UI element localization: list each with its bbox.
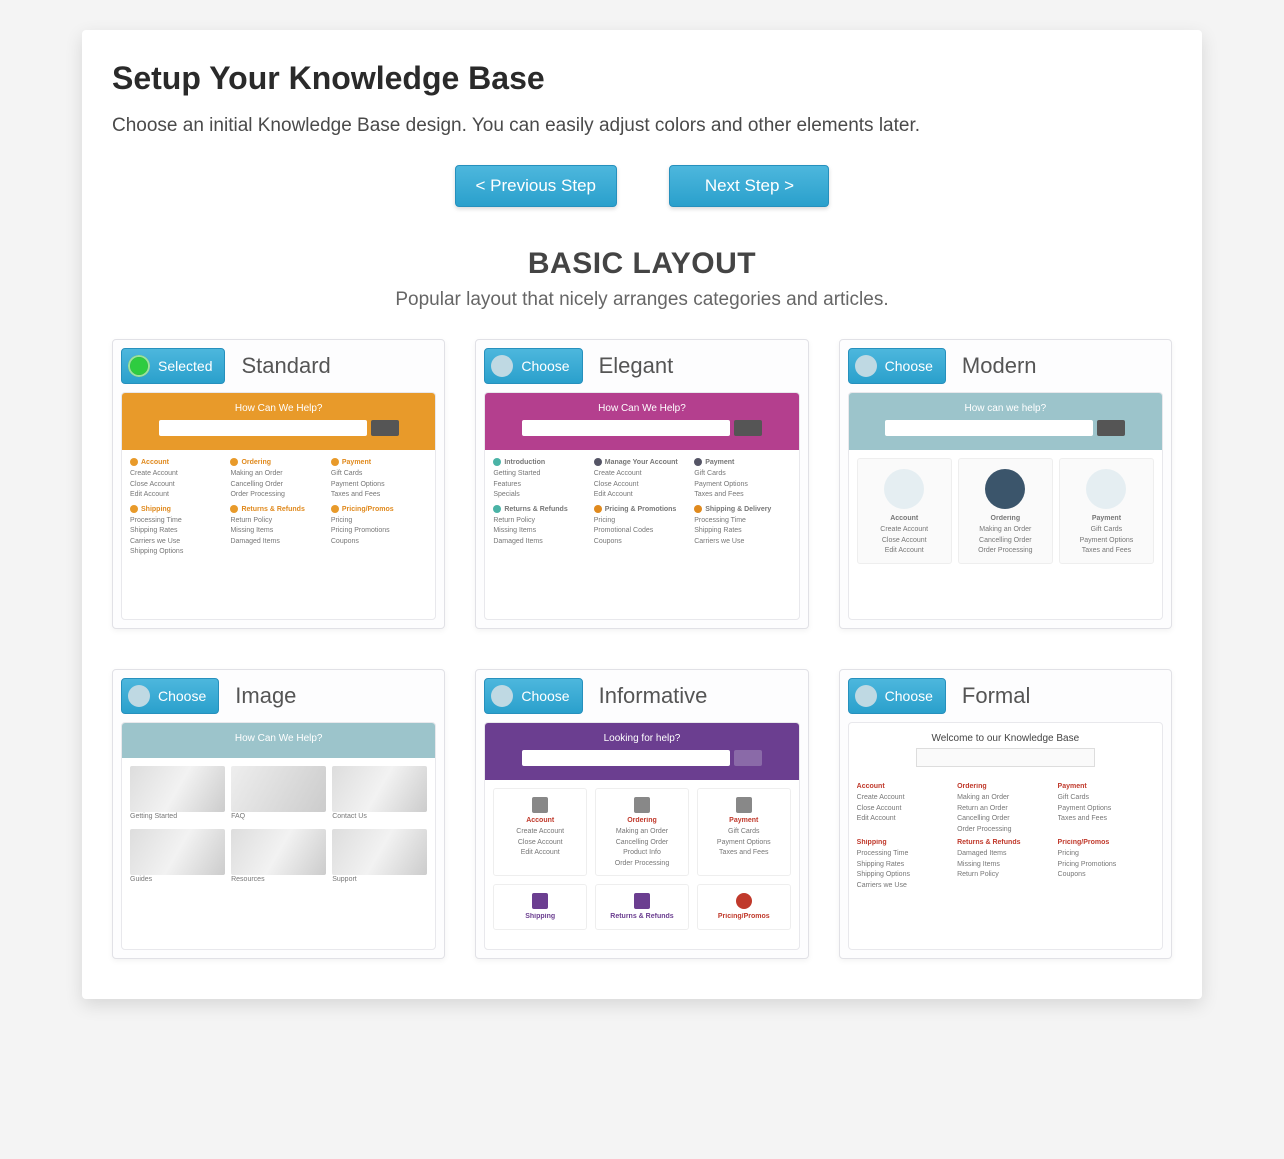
cart-icon bbox=[985, 469, 1025, 509]
select-elegant-button[interactable]: Choose bbox=[484, 348, 582, 384]
radio-icon bbox=[855, 685, 877, 707]
user-icon bbox=[532, 797, 548, 813]
preview-search bbox=[916, 748, 1094, 767]
preview-standard: How Can We Help? Account Create AccountC… bbox=[121, 392, 436, 620]
radio-icon bbox=[128, 685, 150, 707]
select-label: Choose bbox=[885, 688, 933, 704]
preview-formal: Welcome to our Knowledge Base Account Cr… bbox=[848, 722, 1163, 950]
preview-hero: Looking for help? bbox=[485, 723, 798, 780]
preview-search-go bbox=[734, 420, 762, 436]
preview-modern: How can we help? Account Create AccountC… bbox=[848, 392, 1163, 620]
previous-step-button[interactable]: < Previous Step bbox=[455, 165, 618, 207]
preview-hero-text: How Can We Help? bbox=[130, 733, 427, 744]
layout-name: Modern bbox=[962, 353, 1037, 379]
preview-search-go bbox=[371, 420, 399, 436]
layout-name: Elegant bbox=[599, 353, 674, 379]
preview-elegant: How Can We Help? Introduction Getting St… bbox=[484, 392, 799, 620]
preview-hero-text: How can we help? bbox=[857, 403, 1154, 414]
thumb-icon bbox=[332, 766, 427, 812]
preview-informative: Looking for help? Account Create Account… bbox=[484, 722, 799, 950]
page-title: Setup Your Knowledge Base bbox=[112, 60, 1172, 97]
section-title: BASIC LAYOUT bbox=[112, 247, 1172, 281]
select-label: Choose bbox=[521, 688, 569, 704]
preview-hero-text: Looking for help? bbox=[493, 733, 790, 744]
preview-image: How Can We Help? Getting Started FAQ Con… bbox=[121, 722, 436, 950]
preview-hero: How Can We Help? bbox=[122, 723, 435, 758]
layout-name: Image bbox=[235, 683, 296, 709]
card-icon bbox=[1086, 469, 1126, 509]
select-informative-button[interactable]: Choose bbox=[484, 678, 582, 714]
layout-card-elegant: Choose Elegant How Can We Help? Introduc… bbox=[475, 339, 808, 629]
preview-search-go bbox=[1097, 420, 1125, 436]
preview-search-go bbox=[734, 750, 762, 766]
layout-card-image: Choose Image How Can We Help? Getting St… bbox=[112, 669, 445, 959]
layout-name: Informative bbox=[599, 683, 708, 709]
truck-icon bbox=[532, 893, 548, 909]
next-step-button[interactable]: Next Step > bbox=[669, 165, 829, 207]
layout-card-modern: Choose Modern How can we help? Account C… bbox=[839, 339, 1172, 629]
section-subtitle: Popular layout that nicely arranges cate… bbox=[112, 289, 1172, 311]
select-standard-button[interactable]: Selected bbox=[121, 348, 225, 384]
select-formal-button[interactable]: Choose bbox=[848, 678, 946, 714]
thumb-icon bbox=[231, 766, 326, 812]
preview-search bbox=[522, 750, 730, 766]
preview-hero: How Can We Help? bbox=[485, 393, 798, 450]
preview-hero: How can we help? bbox=[849, 393, 1162, 450]
card-icon bbox=[736, 797, 752, 813]
preview-hero-text: How Can We Help? bbox=[130, 403, 427, 414]
select-modern-button[interactable]: Choose bbox=[848, 348, 946, 384]
select-label: Choose bbox=[521, 358, 569, 374]
preview-search bbox=[159, 420, 367, 436]
select-label: Choose bbox=[885, 358, 933, 374]
layout-card-standard: Selected Standard How Can We Help? Accou… bbox=[112, 339, 445, 629]
radio-icon bbox=[491, 355, 513, 377]
preview-hero: How Can We Help? bbox=[122, 393, 435, 450]
setup-kb-page: Setup Your Knowledge Base Choose an init… bbox=[82, 30, 1202, 999]
radio-icon bbox=[128, 355, 150, 377]
select-image-button[interactable]: Choose bbox=[121, 678, 219, 714]
bookmark-icon bbox=[634, 893, 650, 909]
select-label: Choose bbox=[158, 688, 206, 704]
preview-search bbox=[522, 420, 730, 436]
preview-search bbox=[885, 420, 1093, 436]
thumb-icon bbox=[231, 829, 326, 875]
radio-icon bbox=[491, 685, 513, 707]
nav-row: < Previous Step Next Step > bbox=[112, 165, 1172, 207]
preview-hero-text: Welcome to our Knowledge Base bbox=[849, 723, 1162, 748]
layout-name: Formal bbox=[962, 683, 1030, 709]
select-label: Selected bbox=[158, 358, 212, 374]
thumb-icon bbox=[130, 766, 225, 812]
thumb-icon bbox=[332, 829, 427, 875]
radio-icon bbox=[855, 355, 877, 377]
layout-name: Standard bbox=[241, 353, 330, 379]
dollar-icon bbox=[736, 893, 752, 909]
user-icon bbox=[884, 469, 924, 509]
cart-icon bbox=[634, 797, 650, 813]
page-subtitle: Choose an initial Knowledge Base design.… bbox=[112, 115, 1172, 137]
preview-hero-text: How Can We Help? bbox=[493, 403, 790, 414]
layout-card-formal: Choose Formal Welcome to our Knowledge B… bbox=[839, 669, 1172, 959]
layout-card-informative: Choose Informative Looking for help? Acc… bbox=[475, 669, 808, 959]
thumb-icon bbox=[130, 829, 225, 875]
layout-grid: Selected Standard How Can We Help? Accou… bbox=[112, 339, 1172, 959]
